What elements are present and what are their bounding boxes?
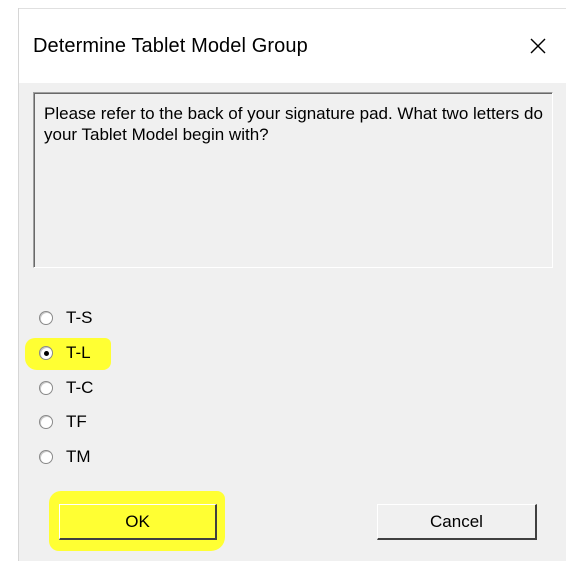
radio-dot-icon xyxy=(43,350,49,356)
dialog-title: Determine Tablet Model Group xyxy=(33,35,308,57)
radio-button-icon[interactable] xyxy=(39,311,53,325)
close-button[interactable] xyxy=(509,9,566,83)
message-box: Please refer to the back of your signatu… xyxy=(33,92,553,268)
radio-option-ts[interactable]: T-S xyxy=(39,306,94,330)
message-text: Please refer to the back of your signatu… xyxy=(44,104,543,144)
radio-label: T-L xyxy=(64,343,93,363)
screenshot-page: Determine Tablet Model Group Please refe… xyxy=(0,0,566,561)
radio-option-tc[interactable]: T-C xyxy=(39,376,95,400)
radio-option-tl[interactable]: T-L xyxy=(39,341,93,365)
radio-label: TM xyxy=(66,447,91,466)
radio-button-icon[interactable] xyxy=(39,381,53,395)
radio-label: T-S xyxy=(66,308,93,327)
radio-option-tm[interactable]: TM xyxy=(39,445,93,469)
radio-label: T-C xyxy=(66,378,94,397)
ok-button[interactable]: OK xyxy=(59,504,217,540)
dialog-titlebar: Determine Tablet Model Group xyxy=(19,8,566,83)
radio-button-icon[interactable] xyxy=(39,450,53,464)
radio-button-selected-icon[interactable] xyxy=(39,346,53,360)
radio-option-tf[interactable]: TF xyxy=(39,410,89,434)
close-icon xyxy=(530,38,546,54)
tablet-model-dialog: Determine Tablet Model Group Please refe… xyxy=(18,8,566,561)
radio-button-icon[interactable] xyxy=(39,415,53,429)
cancel-button[interactable]: Cancel xyxy=(377,504,537,540)
radio-label: TF xyxy=(66,412,87,431)
